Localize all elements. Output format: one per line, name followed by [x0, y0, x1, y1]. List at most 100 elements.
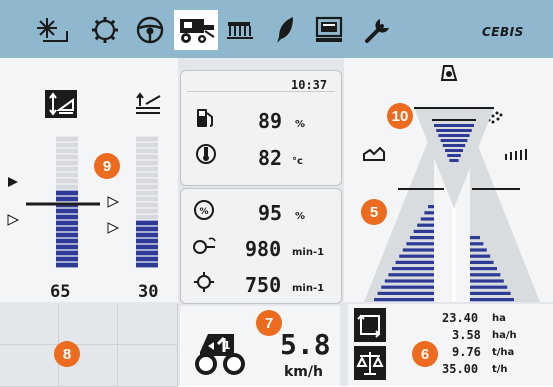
header-height-bar-segment: [56, 232, 78, 238]
area-value: 23.40: [442, 311, 479, 325]
grain-loss-panel: [344, 58, 553, 302]
throughput-unit: t/h: [492, 364, 508, 375]
gear-icon[interactable]: [88, 14, 122, 46]
callout-badge-10: 10: [387, 103, 413, 129]
sieve-loss-stripe: [470, 267, 497, 271]
tractor-gear-icon: [194, 322, 250, 382]
top-toolbar: CEBIS: [0, 0, 553, 58]
header-height-bar-segment: [56, 136, 78, 142]
shaker-loss-stripe: [395, 260, 434, 264]
steering-wheel-icon[interactable]: [133, 14, 167, 46]
scale-icon[interactable]: [354, 346, 386, 380]
stubble-height-bar-segment: [136, 238, 158, 244]
feather-icon[interactable]: [272, 14, 298, 46]
header-height-target-marker: [7, 214, 20, 226]
header-height-bar-segment: [56, 262, 78, 268]
drum-speed-value: 750: [245, 273, 282, 297]
ground-speed-unit: km/h: [284, 364, 323, 380]
sieve-loss-stripe: [470, 298, 514, 302]
brand-label: CEBIS: [482, 25, 524, 39]
area-icon[interactable]: [354, 308, 386, 342]
stubble-height-bar-segment: [136, 142, 158, 148]
yield-per-area-unit: t/ha: [492, 347, 515, 358]
empty-slot[interactable]: [59, 304, 118, 345]
stubble-height-bar-segment: [136, 172, 158, 178]
stubble-height-bar-segment: [136, 220, 158, 226]
shaker-loss-stripe: [428, 205, 434, 209]
sieve-loss-stripe: [470, 254, 491, 258]
sieve-loss-stripe: [470, 260, 494, 264]
coolant-temperature-icon: [195, 143, 217, 169]
header-height-bar-segment: [56, 142, 78, 148]
empty-slot[interactable]: [0, 304, 59, 345]
status-panel-middle: % 95 % 980 min-1 750 min-1: [180, 188, 342, 304]
area-unit: ha: [492, 313, 506, 324]
callout-badge-9: 9: [94, 153, 120, 179]
header-height-bar-segment: [56, 166, 78, 172]
svg-text:%: %: [199, 207, 208, 217]
stubble-height-bar-segment: [136, 202, 158, 208]
stubble-height-bar-segment: [136, 232, 158, 238]
callout-badge-6: 6: [412, 341, 438, 367]
header-height-current-marker: [8, 177, 18, 187]
empty-slot[interactable]: [118, 304, 178, 345]
shaker-loss-stripe: [374, 298, 434, 302]
fuel-icon: [195, 107, 215, 133]
area-rate-unit: ha/h: [492, 330, 517, 341]
sieve-loss-stripe: [470, 236, 480, 240]
drum-speed-unit: min-1: [292, 283, 325, 294]
sun-icon[interactable]: [32, 14, 70, 46]
stubble-height-bar-segment: [136, 226, 158, 232]
header-height-bar-segment: [56, 154, 78, 160]
fuel-level-value: 89: [258, 109, 283, 133]
engine-load-icon: %: [193, 199, 215, 225]
header-height-bar-segment: [56, 172, 78, 178]
stubble-height-bar-segment: [136, 214, 158, 220]
header-height-bar-segment: [56, 148, 78, 154]
shaker-loss-stripe: [381, 285, 434, 289]
shaker-loss-stripe: [410, 236, 434, 240]
sieve-loss-stripe: [470, 242, 484, 246]
sieve-loss-stripe: [470, 291, 511, 295]
header-height-bars: [7, 136, 158, 268]
coolant-temperature-unit: °c: [292, 156, 303, 167]
header-height-panel: 65 30: [0, 58, 178, 302]
header-height-bar-segment: [56, 238, 78, 244]
shaker-loss-stripe: [392, 267, 434, 271]
clock-time: 10:37: [291, 78, 328, 92]
stubble-height-bar-segment: [136, 262, 158, 268]
header-height-bar-segment: [56, 190, 78, 196]
fuel-level-unit: %: [295, 119, 306, 130]
coolant-temperature-value: 82: [258, 146, 283, 170]
wrench-icon[interactable]: [362, 14, 392, 46]
grain-loss-graph: [364, 107, 540, 302]
empty-slot[interactable]: [118, 345, 178, 387]
header-height-bar-segment: [56, 220, 78, 226]
combine-harvester-icon[interactable]: [174, 10, 218, 50]
area-rate-value: 3.58: [452, 328, 481, 342]
empty-slot[interactable]: [0, 345, 59, 387]
shaker-loss-stripe: [424, 211, 434, 215]
header-height-bar-segment: [56, 178, 78, 184]
main-display: 65 30 10:37 89 % 82 °c % 95 % 980 min-1 …: [0, 58, 553, 387]
yield-panel: 23.40 ha 3.58 ha/h 9.76 t/ha 35.00 t/h: [348, 304, 553, 386]
header-height-bar-segment: [56, 250, 78, 256]
header-height-value: 65: [50, 282, 71, 302]
throughput-value: 35.00: [442, 362, 479, 376]
stubble-height-bar-segment: [136, 154, 158, 160]
stubble-height-bar-segment: [136, 166, 158, 172]
header-reel-icon[interactable]: [224, 14, 256, 46]
shaker-loss-stripe: [402, 248, 434, 252]
computer-monitor-icon[interactable]: [312, 14, 346, 46]
shaker-loss-stripe: [384, 279, 434, 283]
stubble-height-bar-segment: [136, 208, 158, 214]
tailings-stripe: [436, 129, 472, 132]
shaker-loss-stripe: [417, 223, 434, 227]
shaker-loss-stripe: [413, 229, 434, 233]
engine-speed-icon: [191, 235, 217, 261]
stubble-height-bar-segment: [136, 190, 158, 196]
empty-slot-grid: [0, 304, 178, 387]
header-height-bar-segment: [56, 160, 78, 166]
shaker-loss-stripe: [399, 254, 434, 258]
sieve-loss-stripe: [470, 248, 487, 252]
